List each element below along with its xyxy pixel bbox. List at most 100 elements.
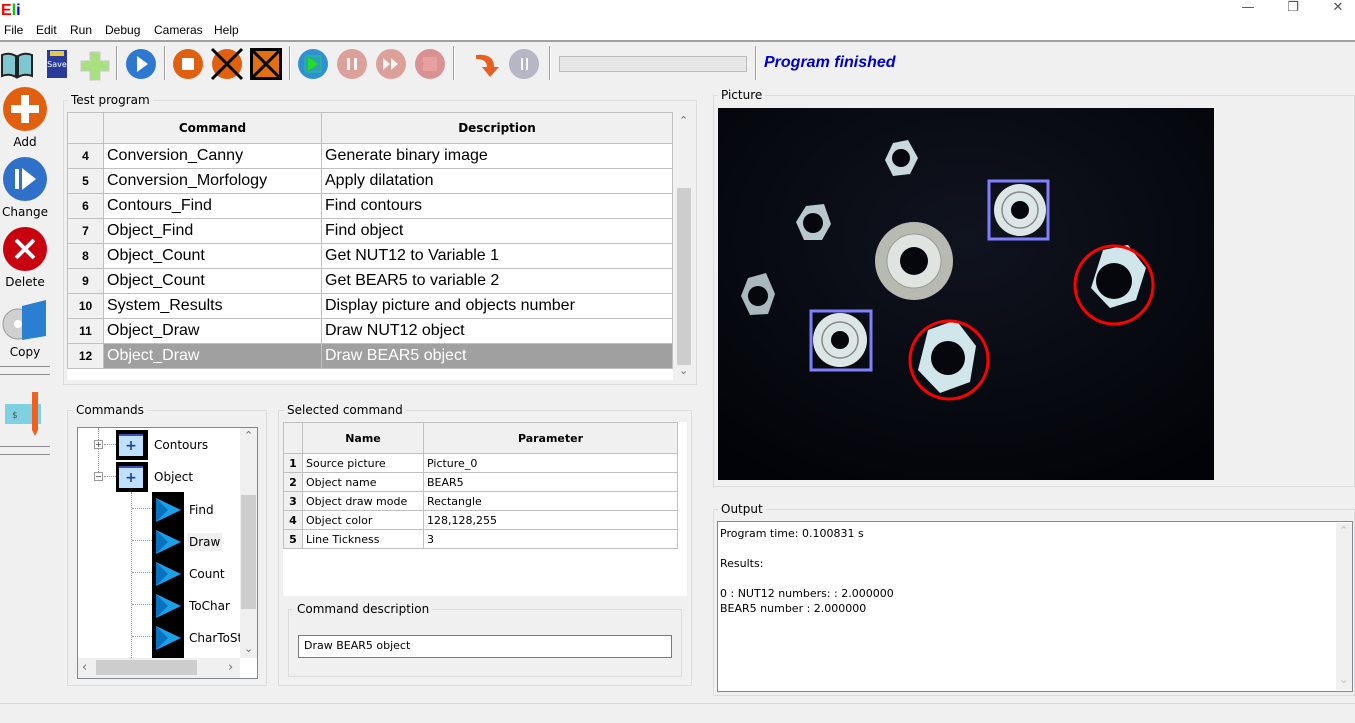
fast-forward-icon[interactable]	[374, 47, 408, 81]
record-icon[interactable]	[413, 47, 447, 81]
menu-cameras[interactable]: Cameras	[154, 23, 203, 37]
change-button[interactable]: Change	[0, 156, 50, 219]
tree-item-command[interactable]: CharToSt	[187, 629, 244, 647]
scroll-up-icon[interactable]: ⌃	[1339, 524, 1348, 537]
command-cell[interactable]: Conversion_Morfology	[103, 168, 322, 194]
row-number[interactable]: 7	[67, 218, 104, 244]
menu-edit[interactable]: Edit	[36, 23, 57, 37]
close-button[interactable]: ✕	[1328, 0, 1348, 20]
table-row[interactable]: 10 System_Results Display picture and obje…	[67, 293, 673, 319]
output-textarea[interactable]: Program time: 0.100831 s Results: 0 : NUT1…	[717, 521, 1353, 692]
row-number[interactable]: 6	[67, 193, 104, 219]
tree-item-command[interactable]: Find	[187, 501, 216, 519]
scroll-down-icon[interactable]: ⌄	[244, 642, 253, 655]
description-cell[interactable]: Get BEAR5 to variable 2	[321, 268, 673, 294]
table-row[interactable]: 4 Conversion_Canny Generate binary image	[67, 143, 673, 169]
save-icon[interactable]: Save	[40, 47, 74, 81]
row-number[interactable]: 8	[67, 243, 104, 269]
scroll-left-icon[interactable]: ‹	[82, 660, 87, 675]
scrollbar-thumb[interactable]	[677, 188, 691, 365]
row-number[interactable]: 4	[67, 143, 104, 169]
copy-button[interactable]: Copy	[0, 296, 50, 359]
row-number[interactable]: 4	[283, 510, 303, 530]
description-cell[interactable]: Draw BEAR5 object	[321, 343, 673, 369]
table-row[interactable]: 5 Conversion_Morfology Apply dilatation	[67, 168, 673, 194]
scrollbar-thumb[interactable]	[96, 660, 197, 675]
parameter-value-cell[interactable]: Rectangle	[423, 491, 678, 511]
column-header-parameter[interactable]: Parameter	[423, 422, 678, 454]
command-cell[interactable]: Object_Draw	[103, 343, 322, 369]
parameter-value-cell[interactable]: 3	[423, 529, 678, 549]
description-cell[interactable]: Find contours	[321, 193, 673, 219]
run-icon[interactable]	[124, 47, 158, 81]
command-cell[interactable]: Object_Draw	[103, 318, 322, 344]
parameter-row[interactable]: 5 Line Tickness 3	[283, 529, 678, 549]
step-run-icon[interactable]	[296, 47, 330, 81]
delete-button[interactable]: Delete	[0, 226, 50, 289]
parameter-name-cell[interactable]: Object color	[302, 510, 424, 530]
row-number[interactable]: 11	[67, 318, 104, 344]
description-cell[interactable]: Apply dilatation	[321, 168, 673, 194]
description-cell[interactable]: Draw NUT12 object	[321, 318, 673, 344]
pause-icon[interactable]	[335, 47, 369, 81]
description-cell[interactable]: Display picture and objects number	[321, 293, 673, 319]
tree-item-command[interactable]: Count	[187, 565, 227, 583]
stop-cancel-icon[interactable]	[210, 47, 244, 81]
parameter-row[interactable]: 1 Source picture Picture_0	[283, 453, 678, 473]
row-number[interactable]: 2	[283, 472, 303, 492]
add-program-icon[interactable]	[78, 47, 112, 81]
command-cell[interactable]: System_Results	[103, 293, 322, 319]
parameter-value-cell[interactable]: Picture_0	[423, 453, 678, 473]
commands-vscrollbar[interactable]: ⌃ ⌄	[240, 428, 257, 658]
tree-item-object[interactable]: Object	[154, 470, 193, 484]
row-number[interactable]: 9	[67, 268, 104, 294]
parameter-value-cell[interactable]: 128,128,255	[423, 510, 678, 530]
commands-hscrollbar[interactable]: ‹ ›	[78, 658, 240, 678]
parameter-row[interactable]: 4 Object color 128,128,255	[283, 510, 678, 530]
command-cell[interactable]: Conversion_Canny	[103, 143, 322, 169]
row-number[interactable]: 12	[67, 343, 104, 369]
command-cell[interactable]: Contours_Find	[103, 193, 322, 219]
row-number[interactable]: 5	[67, 168, 104, 194]
output-scrollbar[interactable]: ⌃ ⌄	[1336, 523, 1352, 690]
column-header-description[interactable]: Description	[321, 112, 673, 144]
menu-debug[interactable]: Debug	[105, 23, 140, 37]
row-number[interactable]: 10	[67, 293, 104, 319]
pause-small-icon[interactable]	[507, 47, 541, 81]
stop-icon[interactable]	[171, 47, 205, 81]
commands-tree[interactable]: + + Contours − + Object Find Draw Count ToC…	[77, 427, 258, 679]
tree-item-command[interactable]: Draw	[187, 533, 223, 551]
stop-box-icon[interactable]	[249, 47, 283, 81]
restore-button[interactable]: ❐	[1283, 0, 1303, 20]
command-cell[interactable]: Object_Count	[103, 268, 322, 294]
row-number[interactable]: 3	[283, 491, 303, 511]
table-row[interactable]: 9 Object_Count Get BEAR5 to variable 2	[67, 268, 673, 294]
table-row[interactable]: 11 Object_Draw Draw NUT12 object	[67, 318, 673, 344]
parameter-name-cell[interactable]: Source picture	[302, 453, 424, 473]
scrollbar-thumb[interactable]	[241, 495, 256, 609]
parameter-row[interactable]: 2 Object name BEAR5	[283, 472, 678, 492]
scroll-down-icon[interactable]: ⌄	[679, 364, 688, 377]
description-cell[interactable]: Generate binary image	[321, 143, 673, 169]
add-button[interactable]: Add	[0, 86, 50, 149]
scroll-right-icon[interactable]: ›	[228, 660, 233, 675]
minimize-button[interactable]: —	[1238, 0, 1258, 20]
parameter-value-cell[interactable]: BEAR5	[423, 472, 678, 492]
menu-help[interactable]: Help	[214, 23, 239, 37]
parameter-name-cell[interactable]: Object name	[302, 472, 424, 492]
command-cell[interactable]: Object_Count	[103, 243, 322, 269]
parameter-name-cell[interactable]: Object draw mode	[302, 491, 424, 511]
expand-contours-toggle[interactable]: +	[94, 440, 103, 449]
redo-icon[interactable]	[468, 47, 502, 81]
menu-run[interactable]: Run	[70, 23, 92, 37]
row-number[interactable]: 5	[283, 529, 303, 549]
parameter-name-cell[interactable]: Line Tickness	[302, 529, 424, 549]
scroll-up-icon[interactable]: ⌃	[679, 114, 688, 127]
check-sign-icon[interactable]: $	[2, 390, 48, 440]
command-description-input[interactable]: Draw BEAR5 object	[298, 635, 672, 658]
description-cell[interactable]: Get NUT12 to Variable 1	[321, 243, 673, 269]
description-cell[interactable]: Find object	[321, 218, 673, 244]
menu-file[interactable]: File	[4, 23, 23, 37]
column-header-command[interactable]: Command	[103, 112, 322, 144]
collapse-object-toggle[interactable]: −	[94, 472, 103, 481]
